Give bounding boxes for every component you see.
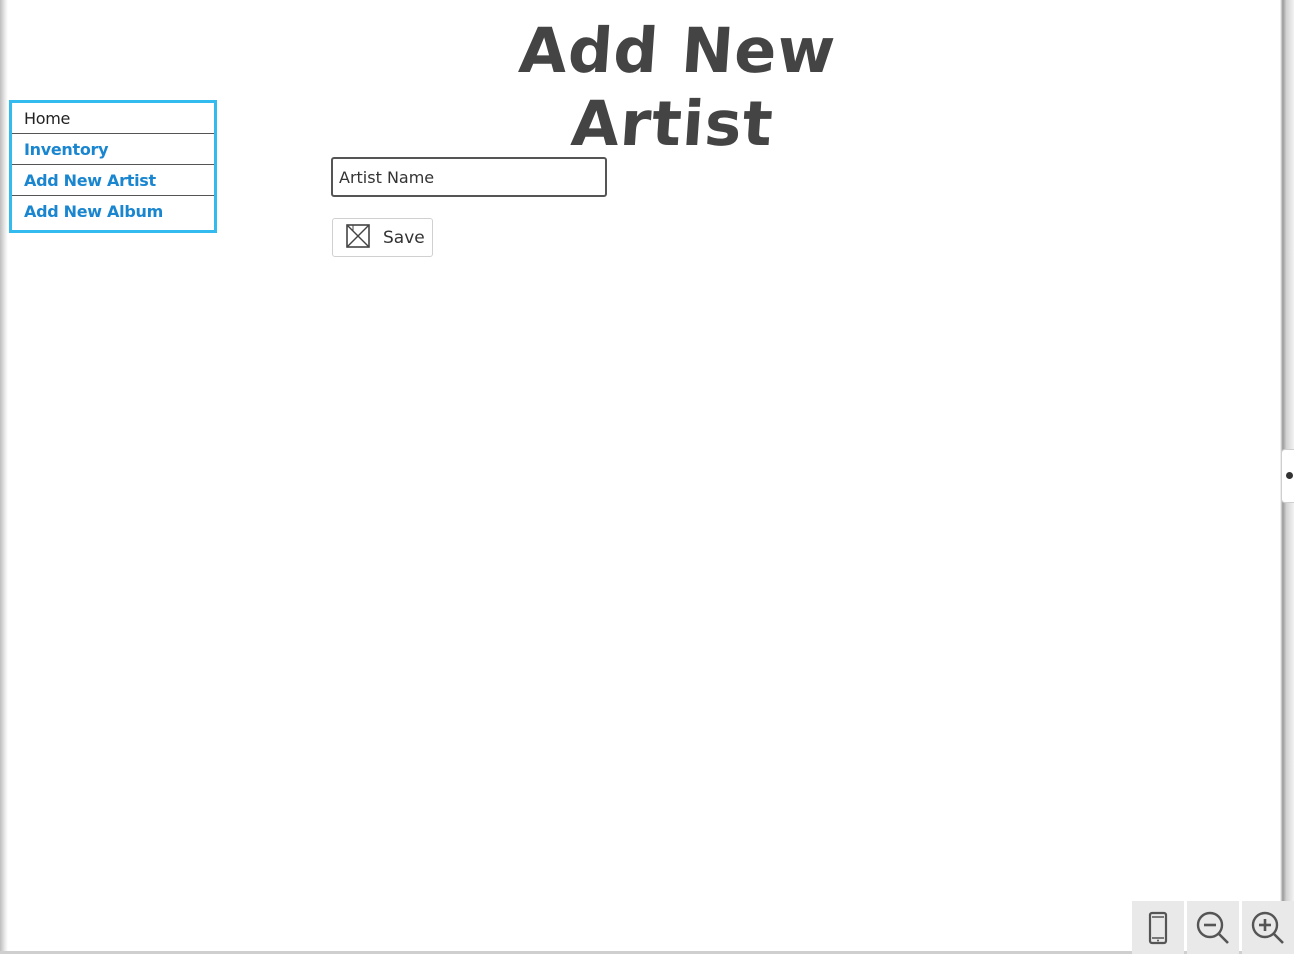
zoom-out-button[interactable] <box>1187 901 1239 954</box>
nav-item-add-new-artist[interactable]: Add New Artist <box>12 165 214 196</box>
canvas-left-shadow <box>0 0 8 954</box>
nav-item-add-new-album[interactable]: Add New Album <box>12 196 214 227</box>
nav-item-home[interactable]: Home <box>12 103 214 134</box>
handle-dot-icon <box>1286 472 1293 479</box>
zoom-in-icon <box>1251 911 1284 944</box>
zoom-toolbar <box>1129 901 1294 954</box>
side-panel-handle[interactable] <box>1281 449 1294 503</box>
nav-item-inventory[interactable]: Inventory <box>12 134 214 165</box>
save-button[interactable]: Save <box>332 218 433 257</box>
save-button-label: Save <box>383 227 425 248</box>
navigation-menu: Home Inventory Add New Artist Add New Al… <box>9 100 217 233</box>
artist-name-input[interactable] <box>331 157 607 197</box>
page-title: Add New Artist <box>516 14 839 160</box>
mockup-canvas: Add New Artist Home Inventory Add New Ar… <box>0 0 1294 954</box>
device-preview-button[interactable] <box>1132 901 1184 954</box>
zoom-in-button[interactable] <box>1242 901 1294 954</box>
zoom-out-icon <box>1196 911 1229 944</box>
image-placeholder-icon <box>345 223 371 253</box>
device-preview-icon <box>1148 911 1168 944</box>
